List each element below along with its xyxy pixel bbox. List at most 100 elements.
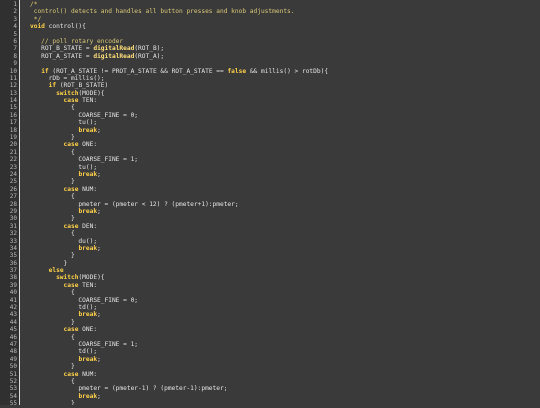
code-line[interactable]: {	[30, 104, 540, 111]
line-number: 46	[9, 333, 17, 341]
code-line[interactable]: case TEN:	[30, 97, 540, 104]
code-text: ONE:	[78, 326, 98, 334]
code-keyword: break	[78, 207, 98, 215]
code-line[interactable]: if (ROT_B_STATE)	[30, 82, 540, 89]
code-keyword: false	[227, 67, 247, 75]
line-number: 9	[13, 60, 17, 68]
line-number: 6	[13, 37, 17, 45]
code-line[interactable]: }	[30, 400, 540, 405]
code-line[interactable]: case NUM:	[30, 186, 540, 193]
code-line[interactable]: break;	[30, 127, 540, 134]
code-line[interactable]: control() detects and handles all button…	[30, 8, 540, 15]
code-keyword: break	[78, 244, 98, 252]
code-line[interactable]: td();	[30, 304, 540, 311]
code-line[interactable]: break;	[30, 245, 540, 252]
code-line[interactable]: }	[30, 134, 540, 141]
code-text: (ROT_A_STATE != PROT_A_STATE && ROT_A_ST…	[48, 67, 228, 75]
code-text: ;	[97, 170, 101, 178]
code-line[interactable]: }	[30, 215, 540, 222]
code-line[interactable]: break;	[30, 393, 540, 400]
code-comment: /*	[30, 1, 38, 8]
code-text: TEN:	[78, 97, 98, 105]
code-line[interactable]: case ONE:	[30, 326, 540, 333]
line-number: 44	[9, 318, 17, 326]
line-number: 37	[9, 267, 17, 275]
code-line[interactable]: }	[30, 363, 540, 370]
line-number: 25	[9, 178, 17, 186]
code-text: pmeter = (pmeter-1) ? (pmeter-1):pmeter;	[30, 385, 228, 393]
code-text: ;	[97, 126, 101, 134]
code-editor[interactable]: 1 2 3 4 5 6 7 8 9 10 11 12 13 14 15 16 17 18 19 20 21 22 23 24 2…	[0, 0, 540, 407]
line-number: 43	[9, 311, 17, 319]
code-line[interactable]: }	[30, 252, 540, 259]
line-number: 18	[9, 126, 17, 134]
code-keyword: case	[63, 185, 79, 193]
code-keyword: case	[63, 222, 79, 230]
line-number: 14	[9, 97, 17, 105]
line-number: 51	[9, 370, 17, 378]
code-line[interactable]: {	[30, 378, 540, 385]
code-line[interactable]: pmeter = (pmeter-1) ? (pmeter-1):pmeter;	[30, 385, 540, 392]
code-line[interactable]: }	[30, 178, 540, 185]
line-number: 42	[9, 304, 17, 312]
code-line[interactable]: pmeter = (pmeter < 12) ? (pmeter+1):pmet…	[30, 201, 540, 208]
line-number: 22	[9, 156, 17, 164]
code-line[interactable]: {	[30, 230, 540, 237]
code-line[interactable]: {	[30, 289, 540, 296]
code-line[interactable]: COARSE_FINE = 1;	[30, 341, 540, 348]
code-line[interactable]: case ONE:	[30, 141, 540, 148]
code-line[interactable]: tu();	[30, 119, 540, 126]
code-line[interactable]: }	[30, 260, 540, 267]
line-number: 47	[9, 340, 17, 348]
code-line[interactable]: break;	[30, 208, 540, 215]
code-line[interactable]: du();	[30, 238, 540, 245]
code-line[interactable]: }	[30, 319, 540, 326]
code-line[interactable]: switch(MODE){	[30, 90, 540, 97]
code-function: digitalRead	[93, 52, 135, 60]
code-line[interactable]: switch(MODE){	[30, 274, 540, 281]
code-keyword: void	[30, 23, 45, 31]
code-line[interactable]: ROT_A_STATE = digitalRead(ROT_A);	[30, 53, 540, 60]
code-line[interactable]: else	[30, 267, 540, 274]
code-line[interactable]: COARSE_FINE = 0;	[30, 297, 540, 304]
code-line[interactable]: td();	[30, 348, 540, 355]
code-line[interactable]: COARSE_FINE = 1;	[30, 156, 540, 163]
code-line[interactable]: ROT_B_STATE = digitalRead(ROT_B);	[30, 45, 540, 52]
code-line[interactable]: /*	[30, 1, 540, 8]
code-line[interactable]: break;	[30, 311, 540, 318]
code-text: COARSE_FINE = 0;	[30, 296, 139, 304]
code-line[interactable]: {	[30, 193, 540, 200]
code-line[interactable]: void control(){	[30, 23, 540, 30]
code-line[interactable]: {	[30, 149, 540, 156]
line-number: 5	[13, 30, 17, 38]
code-keyword: break	[78, 392, 98, 400]
code-keyword: break	[78, 355, 98, 363]
code-line[interactable]: break;	[30, 171, 540, 178]
code-text: }	[30, 259, 68, 267]
code-line[interactable]: case DEN:	[30, 223, 540, 230]
code-text: {	[30, 333, 75, 341]
code-line[interactable]	[30, 31, 540, 38]
code-line[interactable]: if (ROT_A_STATE != PROT_A_STATE && ROT_A…	[30, 68, 540, 75]
code-line[interactable]: tu();	[30, 164, 540, 171]
code-line[interactable]: break;	[30, 356, 540, 363]
code-line[interactable]: case NUM:	[30, 371, 540, 378]
code-line[interactable]: */	[30, 16, 540, 23]
code-area[interactable]: /* control() detects and handles all but…	[20, 0, 540, 405]
code-text: {	[30, 148, 75, 156]
code-line[interactable]: {	[30, 334, 540, 341]
code-keyword: switch	[56, 274, 79, 282]
line-number: 32	[9, 230, 17, 238]
code-line[interactable]: COARSE_FINE = 0;	[30, 112, 540, 119]
code-line[interactable]	[30, 60, 540, 67]
code-text: {	[30, 193, 75, 201]
code-text: COARSE_FINE = 1;	[30, 340, 139, 348]
code-text: ONE:	[78, 141, 98, 149]
code-line[interactable]: case TEN:	[30, 282, 540, 289]
code-text: (MODE){	[78, 89, 105, 97]
